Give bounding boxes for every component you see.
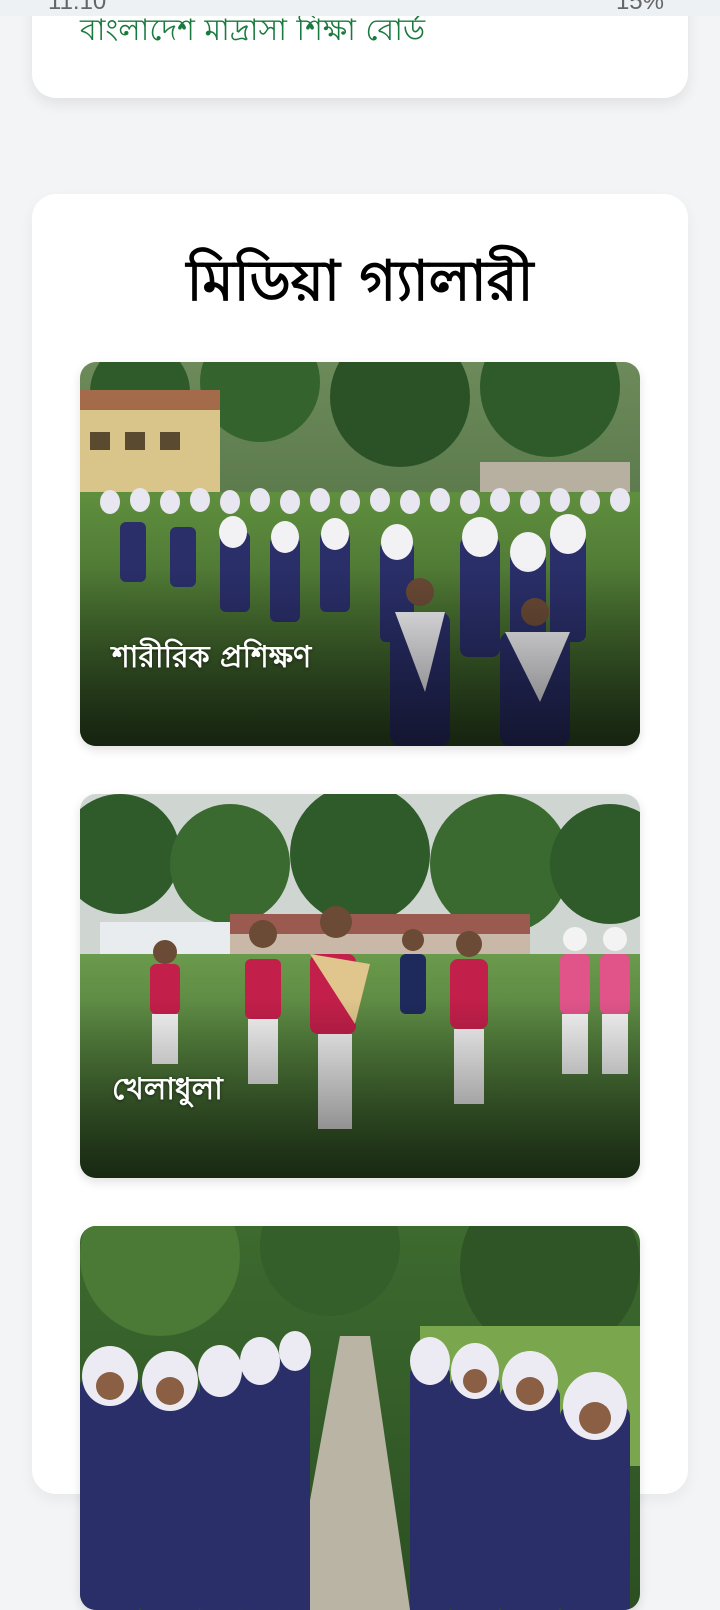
media-gallery-section: মিডিয়া গ্যালারী শারীরিক প্রশিক্ষণ খেলাধ… <box>32 194 688 1610</box>
gallery-caption: শারীরিক প্রশিক্ষণ <box>112 640 312 675</box>
battery-percentage: 15% <box>615 0 664 15</box>
gallery-item-physical-training[interactable]: শারীরিক প্রশিক্ষণ <box>80 362 640 746</box>
gallery-title: মিডিয়া গ্যালারী <box>186 249 534 314</box>
status-bar: 11:10 15% <box>0 0 720 16</box>
gallery-caption: খেলাধুলা <box>112 1072 223 1107</box>
gallery-item-sports[interactable]: খেলাধুলা <box>80 794 640 1178</box>
students-walking-path-photo <box>80 1226 640 1610</box>
gallery-item-students-walking[interactable] <box>80 1226 640 1610</box>
status-time: 11:10 <box>48 0 107 15</box>
